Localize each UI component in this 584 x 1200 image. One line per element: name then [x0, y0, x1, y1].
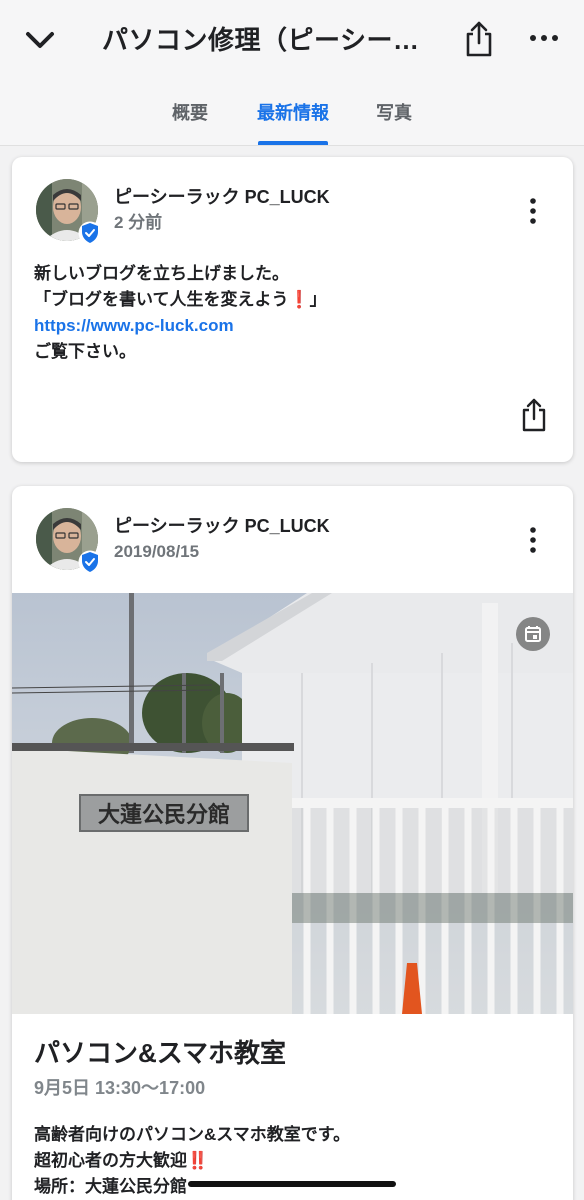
post-author[interactable]: ピーシーラック PC_LUCK: [114, 514, 330, 538]
event-photo[interactable]: 大蓮公民分館: [12, 593, 573, 1014]
post-line: 新しいブログを立ち上げました。: [34, 264, 289, 283]
event-desc-line: 高齢者向けのパソコン&スマホ教室です。: [34, 1125, 351, 1144]
more-vertical-icon: [530, 527, 536, 553]
event-desc-line: 超初心者の方大歓迎‼️: [34, 1148, 554, 1174]
building-sign-text: 大蓮公民分館: [98, 802, 230, 828]
top-app-bar: パソコン修理（ピーシー…: [0, 0, 584, 80]
tab-overview[interactable]: 概要: [160, 100, 220, 126]
active-tab-indicator: [258, 141, 328, 145]
more-horizontal-icon: [530, 35, 558, 41]
event-post-card: ピーシーラック PC_LUCK 2019/08/15 大蓮公民分館 パソコン&ス…: [12, 486, 573, 1200]
tab-updates[interactable]: 最新情報: [250, 100, 336, 126]
double-exclamation-emoji: ‼️: [187, 1151, 209, 1170]
tab-photos[interactable]: 写真: [364, 100, 424, 126]
exclamation-emoji: ❗: [288, 290, 310, 309]
tab-bar: 概要 最新情報 写真: [0, 80, 584, 146]
post-author[interactable]: ピーシーラック PC_LUCK: [114, 185, 330, 209]
page-title: パソコン修理（ピーシー…: [102, 25, 420, 55]
building-photo: 大蓮公民分館: [12, 593, 573, 1014]
share-button[interactable]: [462, 20, 496, 58]
event-description: 高齢者向けのパソコン&スマホ教室です。 超初心者の方大歓迎‼️ 場所：大蓮公民分…: [34, 1122, 554, 1200]
event-desc-line: 場所：大蓮公民分館: [34, 1177, 187, 1196]
verified-badge-icon: [78, 221, 102, 245]
post-card: ピーシーラック PC_LUCK 2 分前 新しいブログを立ち上げました。 「ブロ…: [12, 157, 573, 462]
share-icon: [466, 21, 492, 57]
event-desc-text: 超初心者の方大歓迎: [34, 1151, 187, 1170]
post-link[interactable]: https://www.pc-luck.com: [34, 313, 554, 339]
more-options-button[interactable]: [528, 26, 560, 50]
share-icon: [522, 398, 546, 432]
event-badge: [516, 617, 550, 651]
chevron-down-icon: [26, 32, 54, 48]
post-timestamp: 2 分前: [114, 213, 163, 232]
post-more-button[interactable]: [524, 526, 542, 554]
post-line-text: 「ブログを書いて人生を変えよう: [34, 290, 289, 309]
back-button[interactable]: [22, 22, 58, 58]
verified-badge-icon: [78, 550, 102, 574]
home-indicator: [188, 1181, 396, 1187]
post-line: ご覧下さい。: [34, 342, 136, 361]
more-vertical-icon: [530, 198, 536, 224]
calendar-icon: [525, 626, 541, 642]
post-share-button[interactable]: [519, 397, 549, 433]
post-timestamp: 2019/08/15: [114, 542, 200, 561]
event-date: 9月5日 13:30〜17:00: [34, 1078, 206, 1098]
post-body: 新しいブログを立ち上げました。 「ブログを書いて人生を変えよう❗」 https:…: [34, 261, 554, 365]
post-line-text: 」: [309, 290, 327, 309]
post-line: 「ブログを書いて人生を変えよう❗」: [34, 287, 554, 313]
event-title: パソコン&スマホ教室: [34, 1038, 286, 1068]
post-more-button[interactable]: [524, 197, 542, 225]
